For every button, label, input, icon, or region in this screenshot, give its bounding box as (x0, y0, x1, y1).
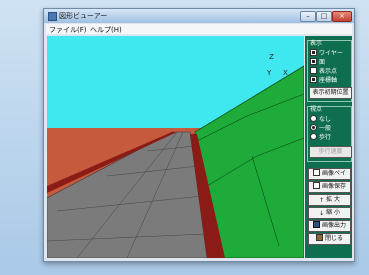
button-label: 画像ペイ (321, 170, 346, 177)
axis-x-label: X (283, 69, 288, 77)
app-icon (48, 12, 57, 21)
button-label: 画像出力 (321, 222, 346, 229)
checkbox-face[interactable]: 面 (310, 58, 325, 67)
checkbox-label: 表示点 (319, 68, 338, 75)
axis-z-label: Z (269, 53, 274, 61)
walk-speed-button[interactable]: 歩行速度 (309, 146, 352, 158)
radio-icon (310, 115, 317, 122)
door-icon (315, 234, 323, 241)
3d-viewport[interactable]: Z Y X (47, 36, 304, 258)
document-icon (312, 182, 320, 189)
checkbox-icon (310, 67, 317, 74)
button-label: 縮 小 (326, 209, 340, 216)
radio-label: なし (319, 116, 332, 123)
close-button[interactable]: × (332, 11, 352, 22)
zoom-out-button[interactable]: ↓ 縮 小 (308, 207, 351, 219)
checkbox-label: 面 (319, 59, 326, 66)
menu-bar: ファイル(F) ヘルプ(H) (46, 24, 352, 34)
title-bar[interactable]: 図形ビューアー – □ × (44, 9, 354, 23)
radio-icon (310, 124, 317, 131)
maximize-button[interactable]: □ (316, 11, 332, 22)
reset-view-button[interactable]: 表示初期位置 (309, 87, 352, 99)
image-export-button[interactable]: 画像出力 (308, 220, 351, 232)
document-icon (312, 169, 320, 176)
zoom-in-button[interactable]: ↑ 拡 大 (308, 194, 351, 206)
display-group: 表示 ワイヤー 面 表示点 座標軸 表示初期位置 (307, 40, 352, 102)
checkbox-icon (310, 49, 317, 56)
window-title: 図形ビューアー (59, 12, 108, 20)
radio-walk[interactable]: 歩行 (310, 133, 331, 142)
button-label: 拡 大 (326, 196, 340, 203)
checkbox-label: 座標軸 (319, 77, 338, 84)
radio-none[interactable]: なし (310, 115, 331, 124)
radio-general[interactable]: 一般 (310, 124, 331, 133)
viewpoint-group: 視点 なし 一般 歩行 歩行速度 (307, 106, 352, 162)
radio-icon (310, 133, 317, 140)
checkbox-icon (310, 76, 317, 83)
image-paint-button[interactable]: 画像ペイ (308, 168, 351, 180)
display-group-title: 表示 (310, 40, 323, 47)
zoom-out-icon: ↓ (319, 210, 325, 217)
menu-file[interactable]: ファイル(F) (49, 25, 87, 35)
button-label: 閉じる (324, 235, 343, 242)
image-save-button[interactable]: 画像保存 (308, 181, 351, 193)
menu-help[interactable]: ヘルプ(H) (90, 25, 122, 35)
minimize-button[interactable]: – (300, 11, 316, 22)
checkbox-wire[interactable]: ワイヤー (310, 49, 343, 58)
app-window: 図形ビューアー – □ × ファイル(F) ヘルプ(H) Z Y X 表示 ワイ… (43, 8, 355, 262)
checkbox-label: ワイヤー (319, 50, 343, 57)
control-panel: 表示 ワイヤー 面 表示点 座標軸 表示初期位置 視点 なし 一般 歩行 歩行速… (305, 36, 352, 258)
3d-scene (47, 36, 304, 258)
axis-y-label: Y (267, 69, 272, 77)
checkbox-axes[interactable]: 座標軸 (310, 76, 337, 85)
radio-label: 一般 (319, 125, 332, 132)
zoom-in-icon: ↑ (319, 197, 325, 204)
save-icon (312, 221, 320, 228)
radio-label: 歩行 (319, 134, 332, 141)
checkbox-icon (310, 58, 317, 65)
viewpoint-group-title: 視点 (310, 106, 323, 113)
close-panel-button[interactable]: 閉じる (308, 233, 351, 245)
checkbox-points[interactable]: 表示点 (310, 67, 337, 76)
button-label: 画像保存 (321, 183, 346, 190)
